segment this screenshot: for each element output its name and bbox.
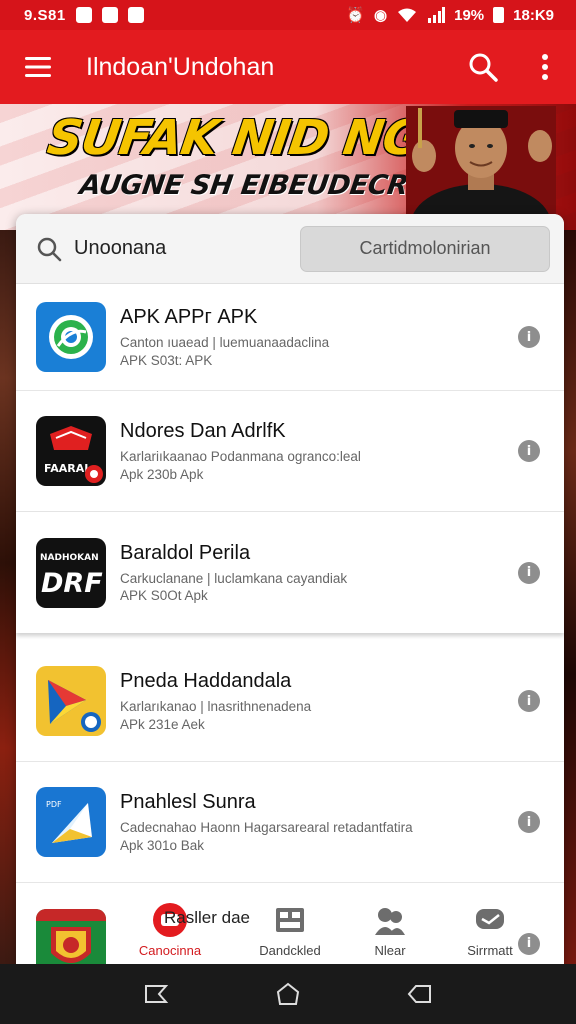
app-list: APK APPг APK Canton ıuaead | luemuanaada… <box>16 284 564 964</box>
search-bar: Unoonana Cartidmolonirian <box>16 214 564 284</box>
wifi-icon <box>398 8 417 22</box>
app-name: Pneda Haddandala <box>120 670 292 693</box>
tab-label: Sirrmatt <box>467 943 513 958</box>
notification-icon <box>101 7 118 23</box>
search-input[interactable]: Unoonana <box>74 237 166 260</box>
tab-label: Canocinna <box>138 943 202 958</box>
list-item[interactable]: APK APPг APK Canton ıuaead | luemuanaada… <box>16 284 564 391</box>
status-bar: 9.S81 ⏰ ◉ 19% 18:K9 <box>0 0 576 30</box>
vibrate-icon: ◉ <box>374 7 388 24</box>
tab-sirrmatt[interactable]: Sirrmatt <box>440 898 540 964</box>
info-icon[interactable]: i <box>518 440 540 462</box>
list-item[interactable]: Pneda Haddandala Karlarıkanao | lnasrith… <box>16 641 564 762</box>
app-description: Canton ıuaead | luemuanaadaclina <box>120 335 330 351</box>
search-icon[interactable] <box>452 30 514 104</box>
status-time-right: 18:K9 <box>513 6 554 24</box>
svg-text:DRF: DRF <box>41 568 103 599</box>
menu-icon[interactable] <box>0 30 76 104</box>
tab-nlear[interactable]: Nlear <box>340 898 440 964</box>
emblem-app-icon <box>36 908 106 964</box>
banner-person-image <box>406 106 556 230</box>
drf-app-icon: NADHOKAN DRF <box>36 537 106 608</box>
battery-percent: 19% <box>454 6 485 24</box>
app-list-card: Unoonana Cartidmolonirian APK APPг APK C… <box>16 214 564 964</box>
bottom-tab-bar: Canocinna Rasller dae Dandckled Nlear Si… <box>120 898 540 964</box>
screen: 9.S81 ⏰ ◉ 19% 18:K9 Ilndoan'Undohan SUFA… <box>0 0 576 1024</box>
app-meta: APK S0Ot Apk <box>120 588 208 604</box>
battery-icon <box>493 7 505 23</box>
background-image-right <box>562 230 576 970</box>
chat-icon <box>476 909 504 929</box>
list-item[interactable]: NADHOKAN DRF Baraldol Perila Carkuclanane… <box>16 512 564 633</box>
paper-note-app-icon: PDF <box>36 787 106 857</box>
recents-icon[interactable] <box>136 974 176 1014</box>
app-name: APK APPг APK <box>120 306 258 329</box>
system-nav-bar <box>0 964 576 1024</box>
grid-icon <box>276 908 304 932</box>
tab-extra-label: Rasller dae <box>164 908 250 927</box>
search-category-button[interactable]: Cartidmolonirian <box>300 225 550 272</box>
app-name: Baraldol Perila <box>120 541 251 564</box>
paper-plane-app-icon <box>36 666 106 736</box>
info-icon[interactable]: i <box>518 690 540 712</box>
promo-banner[interactable]: SUFAK NID NGIAI AUGNE SH EIBEUDECRYAMT! <box>0 104 576 230</box>
app-name: Pnahlesl Sunra <box>120 791 256 814</box>
page-title: Ilndoan'Undohan <box>86 52 275 81</box>
info-icon[interactable]: i <box>518 326 540 348</box>
app-description: Karlariıkaanao Podanmana ogranco:leal <box>120 449 361 465</box>
overflow-menu-icon[interactable] <box>514 30 576 104</box>
app-description: Cadecnahao Haonn Hagarsarearal retadantf… <box>120 820 413 836</box>
tab-label: Dandckled <box>259 943 321 958</box>
svg-text:PDF: PDF <box>46 800 62 809</box>
notification-icon <box>75 7 92 23</box>
svg-text:FAARAL: FAARAL <box>44 462 91 475</box>
info-icon[interactable]: i <box>518 561 540 584</box>
notification-icon <box>127 7 144 23</box>
app-meta: Apk 230b Apk <box>120 466 204 482</box>
status-time-left: 9.S81 <box>24 6 66 24</box>
list-item[interactable]: FAARAL Ndores Dan AdrlfK Karlariıkaanao … <box>16 391 564 512</box>
app-description: Karlarıkanao | lnasrithnenadena <box>120 699 312 715</box>
tab-dandckled[interactable]: Dandckled <box>240 898 340 964</box>
svg-text:NADHOKAN: NADHOKAN <box>40 553 99 563</box>
app-meta: APk 231e Aek <box>120 716 205 732</box>
search-icon[interactable] <box>36 236 62 262</box>
app-description: Carkuclanane | luclamkana cayandiak <box>120 570 348 586</box>
list-item[interactable]: PDF Pnahlesl Sunra Cadecnahao Haonn Haga… <box>16 762 564 883</box>
signal-icon <box>428 7 446 23</box>
globe-app-icon <box>36 302 106 372</box>
people-icon <box>375 908 405 935</box>
info-icon[interactable]: i <box>518 811 540 833</box>
back-icon[interactable] <box>400 974 440 1014</box>
tab-canocinna[interactable]: Canocinna Rasller dae <box>120 898 250 964</box>
tab-label: Nlear <box>374 943 406 958</box>
app-name: Ndores Dan AdrlfK <box>120 420 286 443</box>
app-meta: APK S03t: APK <box>120 352 213 368</box>
home-icon[interactable] <box>268 974 308 1014</box>
alarm-icon: ⏰ <box>346 7 366 24</box>
app-bar: Ilndoan'Undohan <box>0 30 576 104</box>
shield-app-icon: FAARAL <box>36 416 106 486</box>
app-meta: Apk 301o Bak <box>120 837 205 853</box>
